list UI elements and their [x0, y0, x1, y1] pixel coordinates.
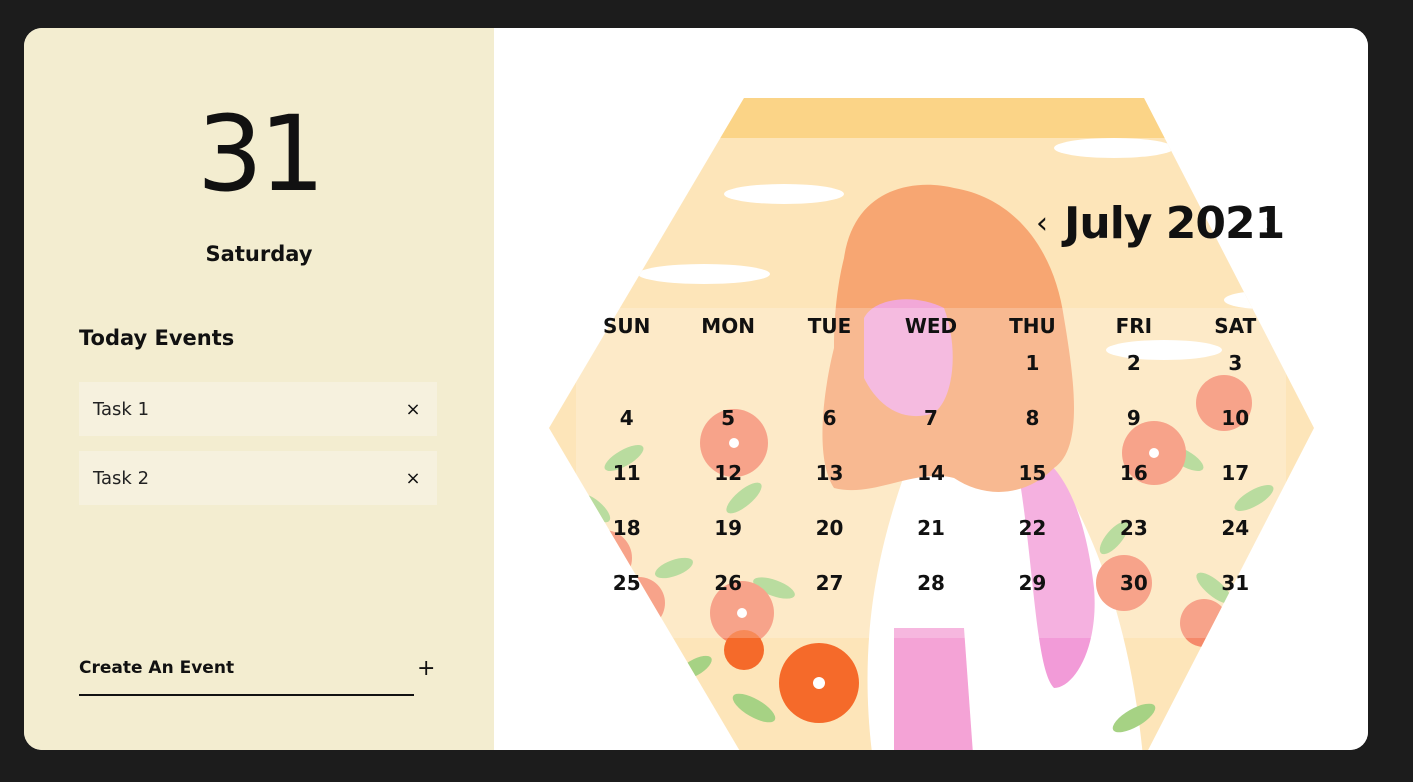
- day-cell[interactable]: 18: [576, 511, 677, 566]
- day-cell[interactable]: 13: [779, 456, 880, 511]
- month-title: July 2021: [1064, 198, 1285, 249]
- day-cell[interactable]: 28: [880, 566, 981, 621]
- day-cell-empty: [779, 346, 880, 401]
- day-panel: 31 Saturday Today Events Task 1 × Task 2…: [24, 28, 494, 750]
- weekday-label: THU: [1009, 314, 1056, 338]
- day-cell[interactable]: 31: [1185, 566, 1286, 621]
- day-cell[interactable]: 10: [1185, 401, 1286, 456]
- day-cell[interactable]: 8: [982, 401, 1083, 456]
- day-cell[interactable]: 29: [982, 566, 1083, 621]
- day-cell-empty: [880, 346, 981, 401]
- selected-weekday: Saturday: [205, 242, 313, 266]
- day-cell[interactable]: 15: [982, 456, 1083, 511]
- event-item[interactable]: Task 1 ×: [79, 382, 437, 436]
- day-cell-empty: [576, 346, 677, 401]
- event-label: Task 1: [93, 398, 150, 420]
- weekday-header: SUN MON TUE WED THU FRI SAT: [576, 306, 1286, 346]
- day-cell[interactable]: 7: [880, 401, 981, 456]
- weekday-label: FRI: [1115, 314, 1153, 338]
- day-cell[interactable]: 1: [982, 346, 1083, 401]
- day-cell[interactable]: 14: [880, 456, 981, 511]
- chevron-left-icon[interactable]: ‹: [1036, 206, 1048, 241]
- day-cell[interactable]: 26: [677, 566, 778, 621]
- day-cell[interactable]: 22: [982, 511, 1083, 566]
- events-heading: Today Events: [79, 326, 235, 350]
- weekday-label: SUN: [603, 314, 651, 338]
- day-cell[interactable]: 17: [1185, 456, 1286, 511]
- day-cell[interactable]: 3: [1185, 346, 1286, 401]
- weekday-label: SAT: [1214, 314, 1257, 338]
- week-row: 11 12 13 14 15 16 17: [576, 456, 1286, 511]
- add-icon[interactable]: +: [417, 656, 435, 681]
- calendar-grid: SUN MON TUE WED THU FRI SAT 1 2 3 4 5 6: [576, 306, 1286, 621]
- day-cell[interactable]: 9: [1083, 401, 1184, 456]
- event-label: Task 2: [93, 467, 150, 489]
- close-icon[interactable]: ×: [403, 468, 423, 489]
- week-row: 18 19 20 21 22 23 24: [576, 511, 1286, 566]
- day-cell[interactable]: 19: [677, 511, 778, 566]
- day-cell[interactable]: 23: [1083, 511, 1184, 566]
- selected-day-number: 31: [196, 93, 325, 215]
- day-cell[interactable]: 30: [1083, 566, 1184, 621]
- day-cell[interactable]: 5: [677, 401, 778, 456]
- close-icon[interactable]: ×: [403, 399, 423, 420]
- chevron-right-icon[interactable]: ›: [1264, 206, 1276, 241]
- weekday-label: TUE: [807, 314, 852, 338]
- weekday-label: WED: [904, 314, 958, 338]
- day-cell[interactable]: 24: [1185, 511, 1286, 566]
- day-cell-empty: [677, 346, 778, 401]
- week-row: 4 5 6 7 8 9 10: [576, 401, 1286, 456]
- create-event-input[interactable]: Create An Event: [79, 656, 414, 696]
- day-cell[interactable]: 4: [576, 401, 677, 456]
- create-event-label: Create An Event: [79, 658, 235, 678]
- day-cell[interactable]: 27: [779, 566, 880, 621]
- day-cell[interactable]: 2: [1083, 346, 1184, 401]
- day-cell[interactable]: 16: [1083, 456, 1184, 511]
- day-cell[interactable]: 20: [779, 511, 880, 566]
- day-cell[interactable]: 6: [779, 401, 880, 456]
- day-cell[interactable]: 25: [576, 566, 677, 621]
- month-navigation: ‹ July 2021 ›: [1036, 198, 1296, 252]
- week-row: 1 2 3: [576, 346, 1286, 401]
- calendar-app: 31 Saturday Today Events Task 1 × Task 2…: [24, 28, 1368, 750]
- day-cell[interactable]: 21: [880, 511, 981, 566]
- weekday-label: MON: [701, 314, 755, 338]
- month-panel: ‹ July 2021 › SUN MON TUE WED THU FRI SA…: [494, 28, 1368, 750]
- day-cell[interactable]: 11: [576, 456, 677, 511]
- week-row: 25 26 27 28 29 30 31: [576, 566, 1286, 621]
- event-item[interactable]: Task 2 ×: [79, 451, 437, 505]
- day-cell[interactable]: 12: [677, 456, 778, 511]
